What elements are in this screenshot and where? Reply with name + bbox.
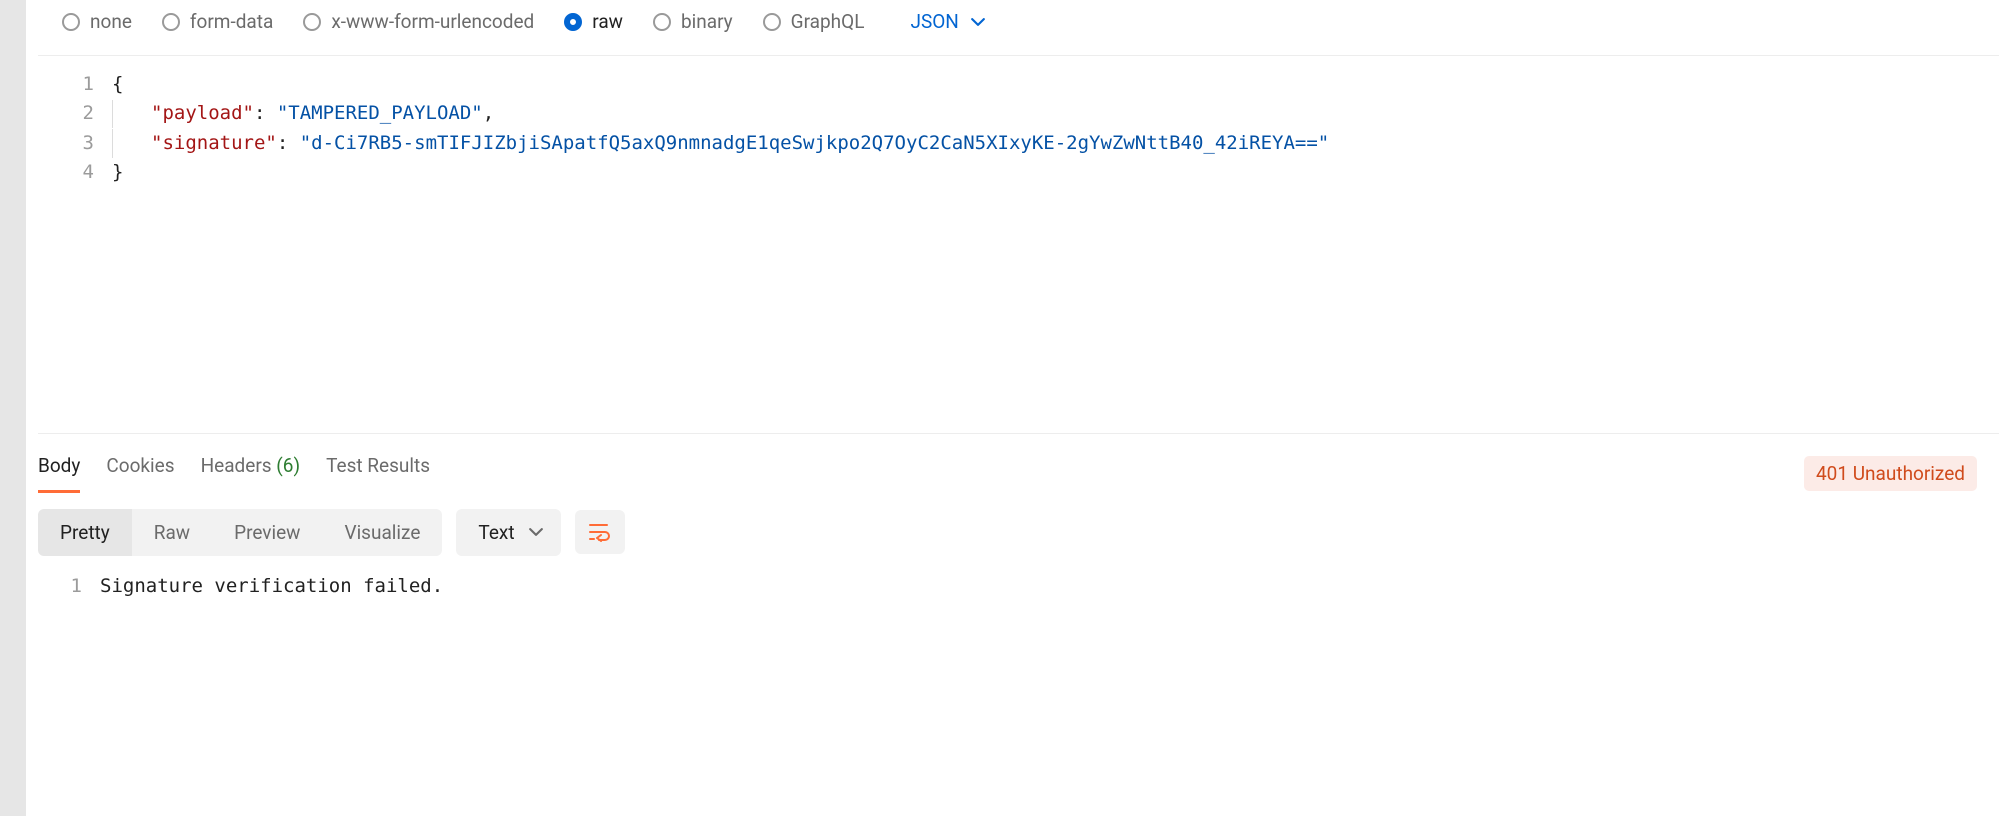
view-raw-button[interactable]: Raw [132, 509, 212, 556]
wrap-lines-button[interactable] [575, 510, 625, 554]
tab-headers-label: Headers [201, 454, 272, 477]
tab-headers-count: (6) [276, 454, 300, 477]
code-line: 1 Signature verification failed. [26, 572, 1999, 601]
line-number: 1 [38, 70, 112, 99]
view-visualize-button[interactable]: Visualize [322, 509, 442, 556]
radio-icon [303, 13, 321, 31]
tab-cookies[interactable]: Cookies [106, 454, 174, 493]
left-rail [0, 0, 26, 816]
body-type-label: x-www-form-urlencoded [331, 10, 534, 33]
tab-body[interactable]: Body [38, 454, 80, 493]
code-token: } [112, 161, 123, 183]
response-status-area: 401 Unauthorized [1804, 456, 1987, 491]
line-number: 2 [38, 99, 112, 128]
tab-test-results[interactable]: Test Results [326, 454, 430, 493]
chevron-down-icon [529, 525, 543, 539]
body-type-selector: none form-data x-www-form-urlencoded raw… [26, 0, 1999, 55]
response-view-controls: Pretty Raw Preview Visualize Text [26, 493, 1999, 572]
request-body-editor[interactable]: 1 { 2 "payload": "TAMPERED_PAYLOAD", 3 "… [38, 55, 1999, 188]
body-type-none[interactable]: none [62, 10, 132, 33]
line-number: 4 [38, 158, 112, 187]
radio-icon [564, 13, 582, 31]
body-type-label: form-data [190, 10, 273, 33]
view-preview-button[interactable]: Preview [212, 509, 322, 556]
radio-icon [62, 13, 80, 31]
body-type-label: GraphQL [791, 10, 865, 33]
body-type-graphql[interactable]: GraphQL [763, 10, 865, 33]
status-badge: 401 Unauthorized [1804, 456, 1977, 491]
code-line: 4 } [38, 158, 1999, 187]
code-token: "TAMPERED_PAYLOAD" [277, 102, 483, 124]
radio-icon [763, 13, 781, 31]
main-panel: none form-data x-www-form-urlencoded raw… [26, 0, 1999, 816]
response-tabs: Body Cookies Headers (6) Test Results 40… [26, 434, 1999, 493]
body-type-label: raw [592, 10, 623, 33]
body-format-dropdown[interactable]: JSON [910, 10, 984, 33]
line-number: 1 [26, 572, 100, 601]
line-number: 3 [38, 129, 112, 158]
view-pretty-button[interactable]: Pretty [38, 509, 132, 556]
chevron-down-icon [971, 15, 985, 29]
code-token: "d-Ci7RB5-smTIFJIZbjiSApatfQ5axQ9nmnadgE… [300, 132, 1330, 154]
response-body[interactable]: 1 Signature verification failed. [26, 572, 1999, 601]
body-format-label: JSON [910, 10, 958, 33]
code-line: 3 "signature": "d-Ci7RB5-smTIFJIZbjiSApa… [38, 129, 1999, 158]
code-token: "signature" [151, 132, 277, 154]
wrap-lines-icon [589, 522, 611, 542]
code-token: "payload" [151, 102, 254, 124]
tab-headers[interactable]: Headers (6) [201, 454, 301, 493]
body-type-raw[interactable]: raw [564, 10, 623, 33]
editor-spacer [38, 188, 1999, 434]
body-type-label: binary [681, 10, 733, 33]
view-mode-group: Pretty Raw Preview Visualize [38, 509, 442, 556]
response-format-dropdown[interactable]: Text [456, 509, 560, 556]
body-type-binary[interactable]: binary [653, 10, 733, 33]
radio-icon [653, 13, 671, 31]
code-token: Signature verification failed. [100, 572, 443, 601]
code-line: 2 "payload": "TAMPERED_PAYLOAD", [38, 99, 1999, 128]
code-token: { [112, 73, 123, 95]
body-type-xwww[interactable]: x-www-form-urlencoded [303, 10, 534, 33]
body-type-form-data[interactable]: form-data [162, 10, 273, 33]
radio-icon [162, 13, 180, 31]
body-type-label: none [90, 10, 132, 33]
code-line: 1 { [38, 70, 1999, 99]
response-format-label: Text [478, 521, 514, 544]
app-root: none form-data x-www-form-urlencoded raw… [0, 0, 1999, 816]
